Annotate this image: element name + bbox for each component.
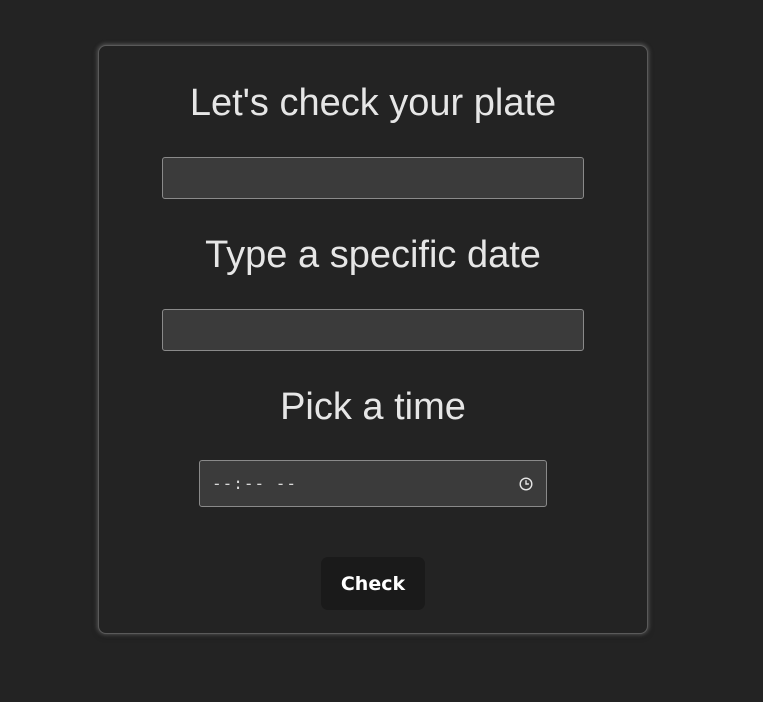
time-input-value: --:-- -- (212, 474, 298, 493)
plate-input[interactable] (162, 157, 584, 199)
clock-icon[interactable] (518, 476, 534, 492)
date-input[interactable] (162, 309, 584, 351)
time-input[interactable]: --:-- -- (199, 460, 547, 507)
plate-check-card: Let's check your plate Type a specific d… (98, 45, 648, 634)
time-heading: Pick a time (280, 386, 466, 428)
check-button[interactable]: Check (321, 557, 425, 610)
date-heading: Type a specific date (205, 234, 541, 276)
plate-heading: Let's check your plate (189, 82, 557, 124)
